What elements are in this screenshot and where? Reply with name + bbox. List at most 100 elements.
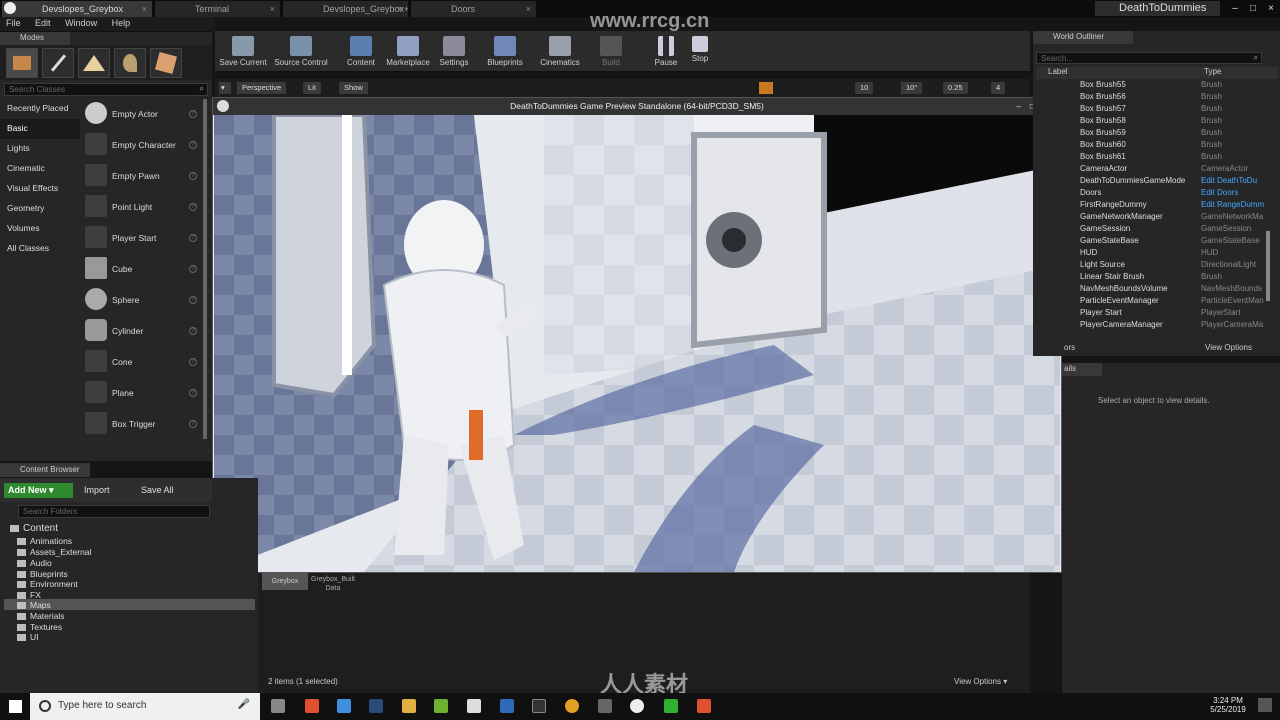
column-label-header[interactable]: Label <box>1048 67 1068 76</box>
outliner-row[interactable]: GameNetworkManager GameNetworkMa <box>1080 212 1280 224</box>
file-explorer-icon[interactable] <box>402 699 416 713</box>
place-item-cone[interactable]: Cone? <box>82 347 200 378</box>
content-button[interactable]: Content <box>341 33 381 71</box>
outliner-row[interactable]: GameSession GameSession <box>1080 224 1280 236</box>
folder-item[interactable]: Materials <box>17 611 64 621</box>
app-icon[interactable] <box>697 699 711 713</box>
edit-blueprint-link[interactable]: Edit DeathToDu <box>1201 176 1257 185</box>
category-all-classes[interactable]: All Classes <box>0 239 80 259</box>
asset-tile-selected[interactable]: Greybox <box>262 573 308 590</box>
notification-icon[interactable] <box>1258 698 1272 712</box>
stop-button[interactable]: Stop <box>685 33 715 71</box>
outliner-row[interactable]: Box Brush59 Brush <box>1080 128 1280 140</box>
brave-browser-icon[interactable] <box>305 699 319 713</box>
outliner-row[interactable]: NavMeshBoundsVolume NavMeshBounds <box>1080 284 1280 296</box>
category-lights[interactable]: Lights <box>0 139 80 159</box>
outliner-row[interactable]: Doors Edit Doors <box>1080 188 1280 200</box>
close-icon[interactable]: × <box>398 4 403 14</box>
close-icon[interactable]: × <box>142 4 147 14</box>
outliner-row[interactable]: GameStateBase GameStateBase <box>1080 236 1280 248</box>
microphone-icon[interactable]: 🎤 <box>238 699 250 710</box>
geometry-mode-icon[interactable] <box>150 48 182 78</box>
scale-snap-value[interactable]: 0.25 <box>943 82 968 94</box>
save-current-button[interactable]: Save Current <box>219 33 267 71</box>
close-icon[interactable]: × <box>270 4 275 14</box>
place-item-cube[interactable]: Cube? <box>82 254 200 285</box>
modes-tab[interactable]: Modes <box>0 32 70 45</box>
outliner-row[interactable]: ParticleEventManager ParticleEventMan <box>1080 296 1280 308</box>
camera-speed-value[interactable]: 4 <box>991 82 1006 94</box>
tab-doors[interactable]: Doors × <box>411 1 536 17</box>
modes-scrollbar[interactable] <box>203 99 207 439</box>
outliner-row[interactable]: FirstRangeDummy Edit RangeDumm <box>1080 200 1280 212</box>
outliner-row[interactable]: Box Brush57 Brush <box>1080 104 1280 116</box>
place-item-plane[interactable]: Plane? <box>82 378 200 409</box>
outliner-row[interactable]: Box Brush61 Brush <box>1080 152 1280 164</box>
place-item-empty-actor[interactable]: Empty Actor? <box>82 99 200 130</box>
tab-devslopes-greybox[interactable]: Devslopes_Greybox × <box>2 1 152 17</box>
blueprints-button[interactable]: Blueprints <box>483 33 527 71</box>
category-geometry[interactable]: Geometry <box>0 199 80 219</box>
outliner-row[interactable]: Box Brush60 Brush <box>1080 140 1280 152</box>
world-outliner-tab[interactable]: World Outliner <box>1033 31 1133 44</box>
taskbar-search-box[interactable]: Type here to search 🎤 <box>30 693 260 720</box>
place-item-player-start[interactable]: Player Start? <box>82 223 200 254</box>
outliner-row[interactable]: CameraActor CameraActor <box>1080 164 1280 176</box>
task-view-icon[interactable] <box>271 699 285 713</box>
outliner-row[interactable]: HUD HUD <box>1080 248 1280 260</box>
app-icon[interactable] <box>500 699 514 713</box>
category-volumes[interactable]: Volumes <box>0 219 80 239</box>
folder-item[interactable]: Blueprints <box>17 569 68 579</box>
outliner-row[interactable]: Box Brush56 Brush <box>1080 92 1280 104</box>
clion-icon[interactable] <box>664 699 678 713</box>
folder-item-selected[interactable]: Maps <box>17 600 51 610</box>
taskbar-clock[interactable]: 3:24 PM 5/25/2019 <box>1208 696 1248 714</box>
minimize-icon[interactable]: – <box>1016 98 1021 115</box>
windows-start-icon[interactable] <box>9 700 22 713</box>
help-icon[interactable]: ? <box>189 203 197 211</box>
help-icon[interactable]: ? <box>189 234 197 242</box>
place-item-sphere[interactable]: Sphere? <box>82 285 200 316</box>
save-all-button[interactable]: Save All <box>137 483 178 498</box>
folder-item[interactable]: UI <box>17 632 39 642</box>
show-button[interactable]: Show <box>339 82 368 94</box>
help-icon[interactable]: ? <box>189 265 197 273</box>
category-basic[interactable]: Basic <box>0 119 80 139</box>
outliner-row[interactable]: Light Source DirectionalLight <box>1080 260 1280 272</box>
help-icon[interactable]: ? <box>189 358 197 366</box>
outliner-row[interactable]: Box Brush58 Brush <box>1080 116 1280 128</box>
tab-terminal[interactable]: Terminal × <box>155 1 280 17</box>
outliner-row[interactable]: Linear Stair Brush Brush <box>1080 272 1280 284</box>
folder-item[interactable]: Audio <box>17 558 52 568</box>
folder-item[interactable]: Animations <box>17 536 72 546</box>
category-recently-placed[interactable]: Recently Placed <box>0 99 80 119</box>
column-type-header[interactable]: Type <box>1204 67 1221 76</box>
help-icon[interactable]: ? <box>189 389 197 397</box>
folder-item[interactable]: Environment <box>17 579 78 589</box>
app-icon[interactable] <box>532 699 546 713</box>
app-icon[interactable] <box>467 699 481 713</box>
place-item-empty-pawn[interactable]: Empty Pawn? <box>82 161 200 192</box>
menu-edit[interactable]: Edit <box>29 17 57 29</box>
help-icon[interactable]: ? <box>189 296 197 304</box>
minimize-button[interactable]: – <box>1226 0 1244 17</box>
settings-button[interactable]: Settings <box>435 33 473 71</box>
asset-tile[interactable]: Greybox_Built Data <box>308 575 358 593</box>
steam-icon[interactable] <box>369 699 383 713</box>
menu-help[interactable]: Help <box>106 17 137 29</box>
place-item-point-light[interactable]: Point Light? <box>82 192 200 223</box>
app-icon[interactable] <box>598 699 612 713</box>
menu-file[interactable]: File <box>0 17 27 29</box>
marketplace-button[interactable]: Marketplace <box>383 33 433 71</box>
help-icon[interactable]: ? <box>189 420 197 428</box>
game-window-titlebar[interactable]: DeathToDummies Game Preview Standalone (… <box>213 98 1061 115</box>
foliage-mode-icon[interactable] <box>114 48 146 78</box>
nvidia-icon[interactable] <box>434 699 448 713</box>
outliner-row[interactable]: Box Brush55 Brush <box>1080 80 1280 92</box>
help-icon[interactable]: ? <box>189 141 197 149</box>
place-item-cylinder[interactable]: Cylinder? <box>82 316 200 347</box>
maximize-button[interactable]: □ <box>1244 0 1262 17</box>
outliner-scrollbar[interactable] <box>1266 231 1270 301</box>
source-control-button[interactable]: Source Control <box>271 33 331 71</box>
details-tab[interactable]: ails <box>1062 363 1102 376</box>
